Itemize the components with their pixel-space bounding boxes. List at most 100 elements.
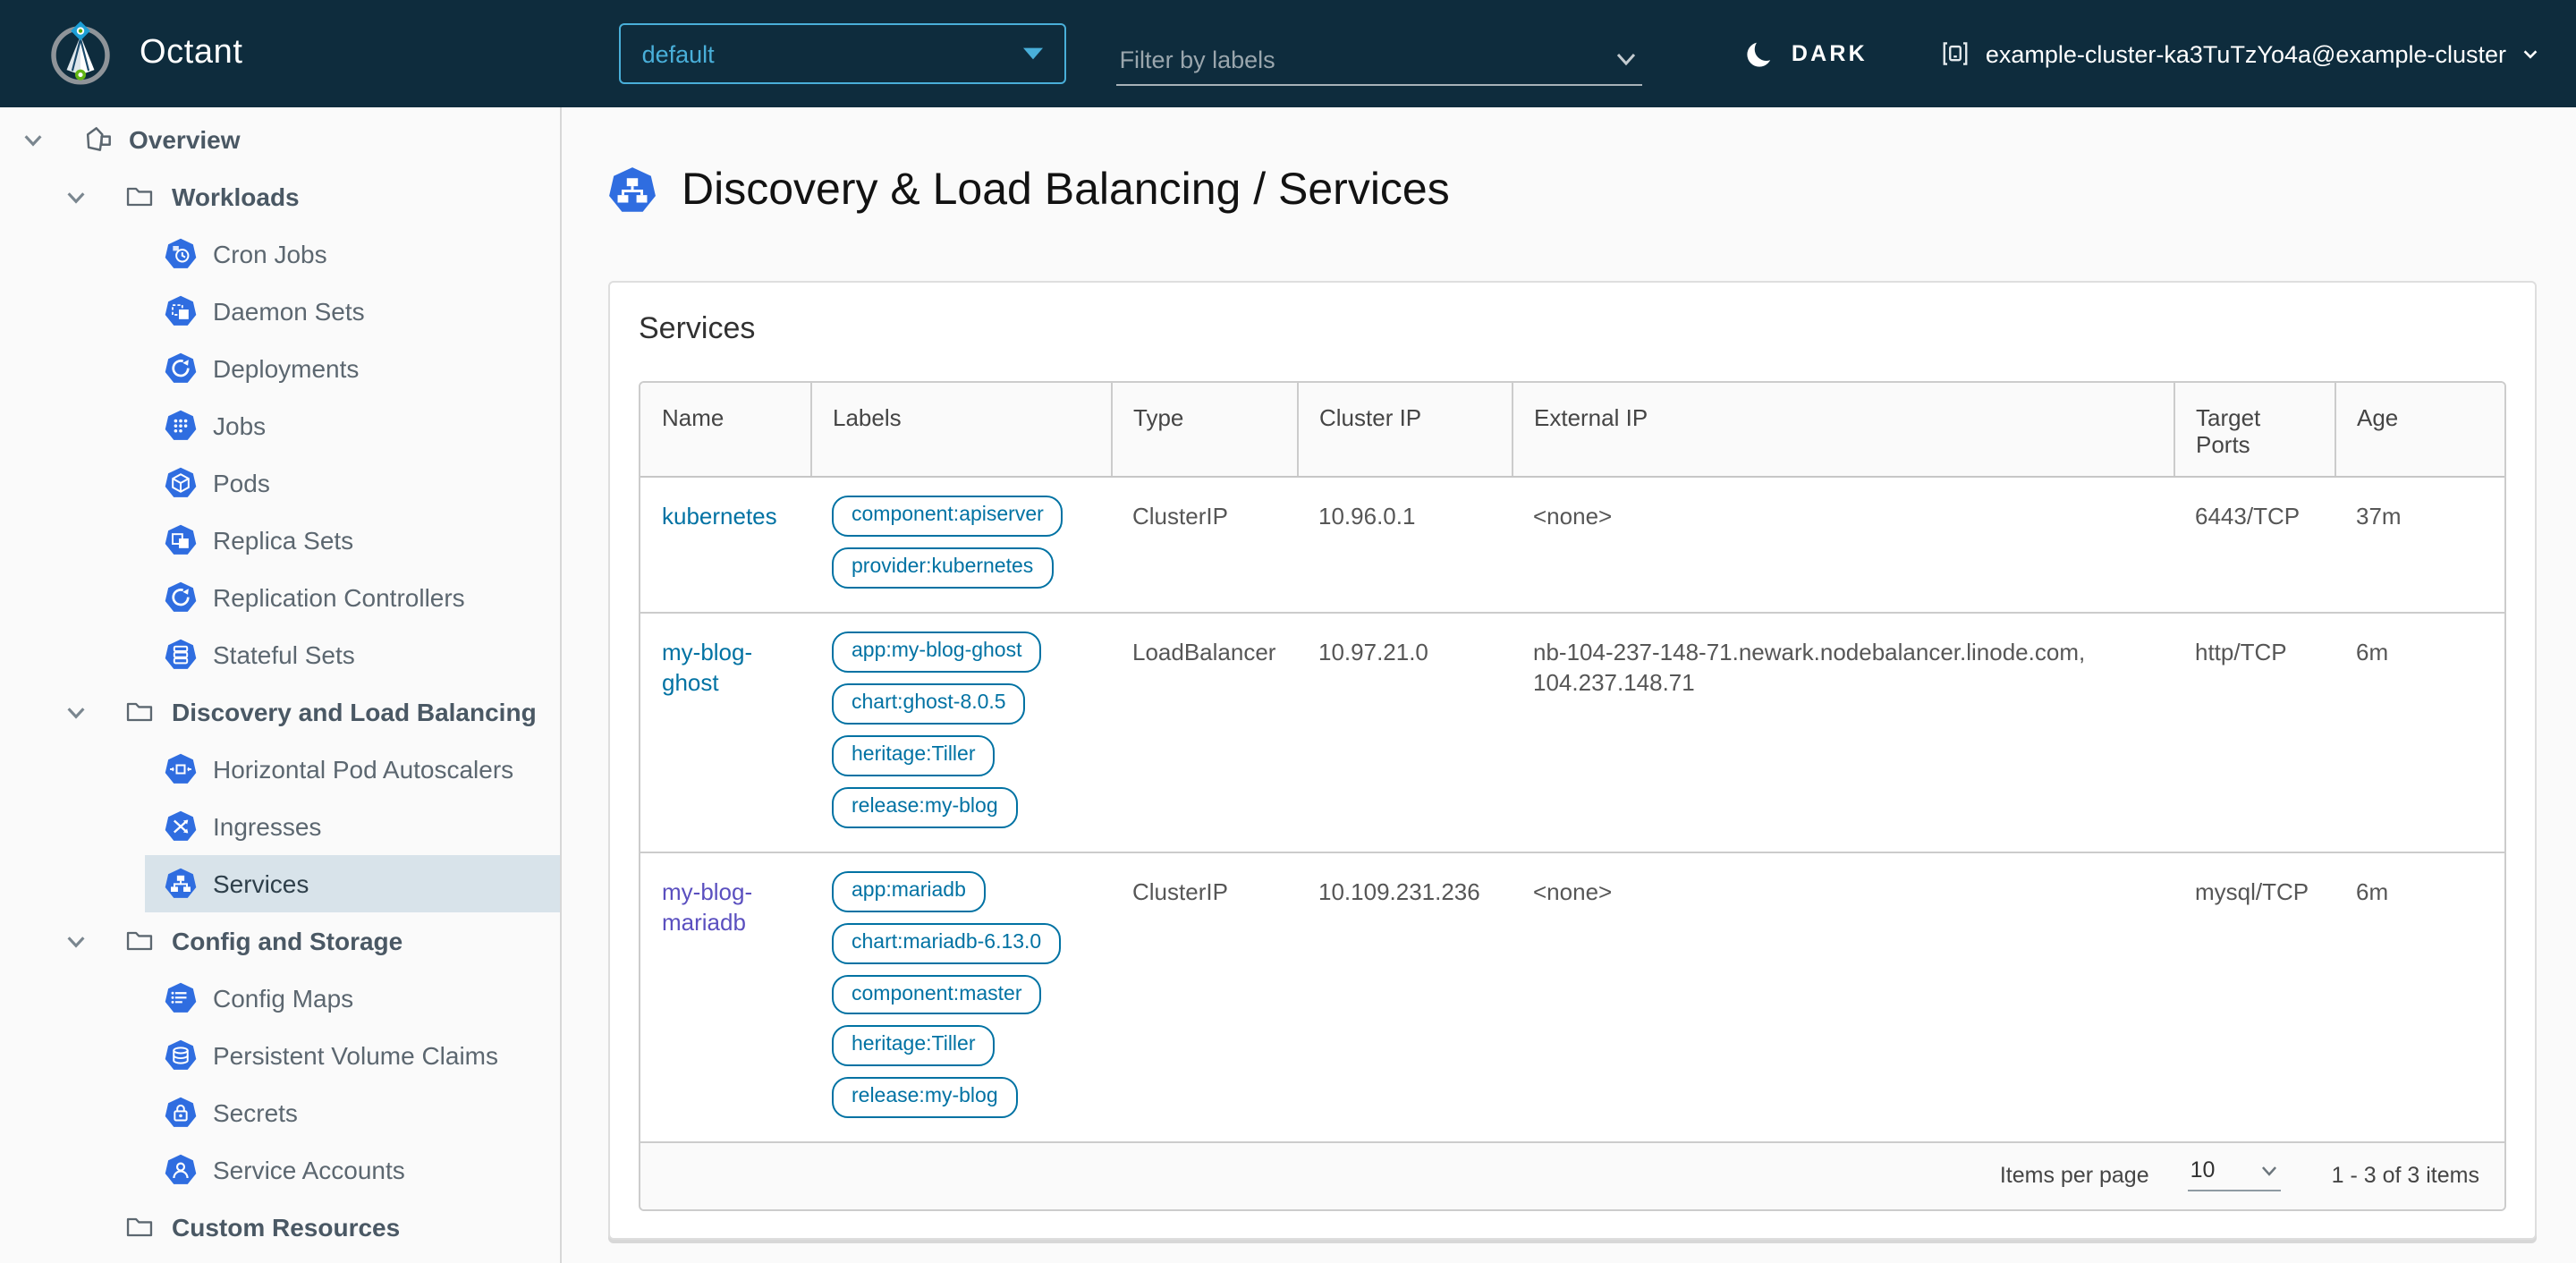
column-header-target-ports: Target Ports [2173, 383, 2334, 478]
daemonsets-icon [165, 294, 199, 328]
folder-icon [123, 924, 157, 958]
name-cell: kubernetes [640, 477, 810, 613]
type-cell: ClusterIP [1111, 851, 1297, 1142]
main-content: Discovery & Load Balancing / Services Se… [562, 107, 2576, 1263]
cluster-menu[interactable]: example-cluster-ka3TuTzYo4a@example-clus… [1939, 38, 2540, 70]
namespace-value: default [641, 40, 715, 67]
service-link-kubernetes[interactable]: kubernetes [662, 503, 777, 530]
moon-icon [1745, 38, 1775, 69]
chevron-down-icon[interactable] [64, 700, 88, 724]
target-ports-cell: mysql/TCP [2174, 851, 2334, 1142]
octant-logo [45, 18, 116, 89]
sidebar-item-label: Discovery and Load Balancing [172, 698, 537, 726]
age-cell: 6m [2334, 851, 2504, 1142]
chevron-down-icon[interactable] [64, 185, 88, 208]
column-header-name: Name [640, 383, 810, 478]
sidebar-item-stateful-sets[interactable]: Stateful Sets [145, 626, 560, 683]
column-header-external-ip: External IP [1511, 383, 2174, 478]
sidebar-item-horizontal-pod-autoscalers[interactable]: Horizontal Pod Autoscalers [145, 741, 560, 798]
sidebar-item-pods[interactable]: Pods [145, 454, 560, 512]
sidebar-item-persistent-volume-claims[interactable]: Persistent Volume Claims [145, 1027, 560, 1084]
sidebar-item-label: Custom Resources [172, 1213, 401, 1242]
sidebar-item-secrets[interactable]: Secrets [145, 1084, 560, 1141]
cronjobs-icon [165, 237, 199, 271]
table-row: my-blog-mariadb app:mariadb chart:mariadb… [640, 851, 2504, 1142]
label-badge[interactable]: component:apiserver [832, 496, 1063, 537]
label-badge[interactable]: provider:kubernetes [832, 547, 1054, 589]
label-badge[interactable]: release:my-blog [832, 786, 1018, 828]
table-header-row: Name Labels Type Cluster IP External IP Targe… [640, 383, 2504, 478]
sidebar-item-jobs[interactable]: Jobs [145, 397, 560, 454]
services-card: Services Name Labels Type Cluster IP Externa… [608, 281, 2537, 1241]
sidebar-item-replica-sets[interactable]: Replica Sets [145, 512, 560, 569]
chevron-down-icon[interactable] [21, 128, 45, 151]
sidebar-item-custom-resources[interactable]: Custom Resources [0, 1199, 560, 1256]
label-badge[interactable]: app:my-blog-ghost [832, 631, 1042, 673]
sidebar-item-services[interactable]: Services [145, 855, 560, 912]
name-cell: my-blog-mariadb [640, 851, 810, 1142]
column-header-cluster-ip: Cluster IP [1296, 383, 1512, 478]
configmaps-icon [165, 981, 199, 1015]
label-badge[interactable]: component:master [832, 974, 1042, 1015]
service-link-my-blog-mariadb[interactable]: my-blog-mariadb [662, 877, 752, 936]
sidebar-item-replication-controllers[interactable]: Replication Controllers [145, 569, 560, 626]
table-row: kubernetes component:apiserver provider:k… [640, 477, 2504, 613]
labels-cell: component:apiserver provider:kubernetes [810, 477, 1111, 613]
label-badge[interactable]: chart:ghost-8.0.5 [832, 682, 1026, 725]
sidebar-item-service-accounts[interactable]: Service Accounts [145, 1141, 560, 1199]
sidebar-item-overview[interactable]: Overview [0, 111, 560, 168]
theme-toggle-button[interactable]: DARK [1745, 38, 1868, 69]
type-cell: ClusterIP [1111, 477, 1297, 613]
cluster-ip-cell: 10.96.0.1 [1297, 477, 1512, 613]
label-filter [1115, 40, 1642, 85]
labels-cell: app:mariadb chart:mariadb-6.13.0 component… [810, 851, 1111, 1142]
cluster-icon [1939, 38, 1971, 70]
services-datagrid: Name Labels Type Cluster IP External IP Targe… [639, 381, 2506, 1212]
sidebar-item-discovery-and-load-balancing[interactable]: Discovery and Load Balancing [0, 683, 560, 741]
label-badge[interactable]: release:my-blog [832, 1077, 1018, 1119]
sidebar-item-cron-jobs[interactable]: Cron Jobs [145, 225, 560, 283]
label-badge[interactable]: chart:mariadb-6.13.0 [832, 922, 1062, 963]
chevron-down-icon[interactable] [64, 929, 88, 953]
service-link-my-blog-ghost[interactable]: my-blog-ghost [662, 639, 752, 697]
sidebar-item-daemon-sets[interactable]: Daemon Sets [145, 283, 560, 340]
page-title: Discovery & Load Balancing / Services [682, 165, 1450, 215]
chevron-down-icon [2521, 44, 2540, 64]
octant-app: Octant default DARK [0, 0, 2576, 1263]
items-per-page-select[interactable]: 10 [2188, 1157, 2282, 1192]
pvc-icon [165, 1038, 199, 1072]
deployments-icon [165, 352, 199, 386]
hpa-icon [165, 752, 199, 786]
sidebar-item-deployments[interactable]: Deployments [145, 340, 560, 397]
secrets-icon [165, 1096, 199, 1130]
sidebar-item-label: Pods [213, 469, 270, 497]
items-per-page-value: 10 [2190, 1157, 2216, 1183]
type-cell: LoadBalancer [1111, 611, 1297, 852]
cluster-ip-cell: 10.109.231.236 [1297, 851, 1512, 1142]
label-badge[interactable]: heritage:Tiller [832, 734, 996, 776]
sidebar-item-workloads[interactable]: Workloads [0, 168, 560, 225]
sidebar-item-config-maps[interactable]: Config Maps [145, 970, 560, 1027]
sidebar-item-label: Services [213, 869, 309, 898]
cluster-ip-cell: 10.97.21.0 [1297, 611, 1512, 852]
cluster-name: example-cluster-ka3TuTzYo4a@example-clus… [1985, 40, 2506, 67]
folder-icon [123, 1210, 157, 1244]
sidebar-item-label: Service Accounts [213, 1156, 405, 1184]
datagrid-footer: Items per page 10 1 - 3 of 3 items [640, 1141, 2504, 1210]
sidebar-item-ingresses[interactable]: Ingresses [145, 798, 560, 855]
namespace-selector[interactable]: default [618, 23, 1066, 84]
external-ip-cell: nb-104-237-148-71.newark.nodebalancer.li… [1512, 611, 2174, 852]
chevron-down-icon[interactable] [1614, 47, 1639, 72]
overview-icon [80, 123, 114, 157]
sidebar-item-config-and-storage[interactable]: Config and Storage [0, 912, 560, 970]
filter-input[interactable] [1119, 40, 1614, 78]
folder-icon [123, 695, 157, 729]
label-badge[interactable]: heritage:Tiller [832, 1025, 996, 1067]
sidebar-item-label: Workloads [172, 182, 300, 211]
brand: Octant [45, 18, 243, 89]
sidebar: Overview Workloads Cron Jobs Daemon Sets Dep… [0, 107, 562, 1263]
column-header-labels: Labels [809, 383, 1111, 478]
label-badge[interactable]: app:mariadb [832, 870, 986, 912]
age-cell: 37m [2334, 477, 2504, 613]
pods-icon [165, 466, 199, 500]
